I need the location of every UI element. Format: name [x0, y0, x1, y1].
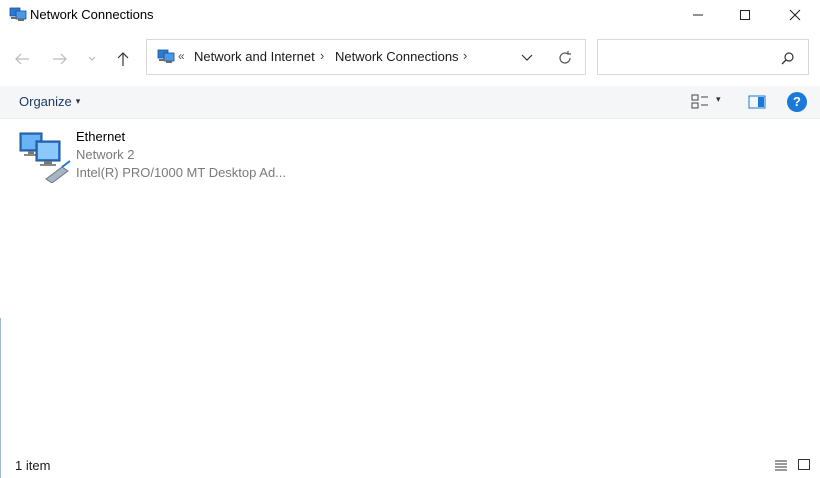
maximize-icon — [739, 9, 751, 21]
status-bar: 1 item — [0, 452, 820, 478]
organize-button[interactable]: Organize ▾ — [19, 94, 80, 109]
up-button[interactable] — [110, 46, 136, 72]
breadcrumb-network-and-internet[interactable]: Network and Internet — [194, 49, 315, 64]
breadcrumb-separator[interactable]: › — [463, 48, 467, 63]
command-bar: Organize ▾ ▾ ? — [0, 86, 820, 119]
refresh-icon — [557, 50, 573, 66]
close-icon — [789, 9, 801, 21]
breadcrumb-network-connections[interactable]: Network Connections — [335, 49, 459, 64]
arrow-left-icon — [14, 52, 30, 66]
view-options-caret-icon[interactable]: ▾ — [716, 94, 721, 105]
large-icons-view-icon[interactable] — [797, 458, 811, 471]
back-button[interactable] — [9, 46, 35, 72]
arrow-up-icon — [116, 51, 130, 67]
details-view-icon[interactable] — [774, 459, 788, 471]
title-bar[interactable]: Network Connections — [0, 0, 820, 32]
explorer-window: Network Connections — [0, 0, 820, 478]
help-button[interactable]: ? — [787, 92, 807, 112]
forward-button[interactable] — [47, 46, 73, 72]
preview-pane-icon[interactable] — [748, 94, 766, 110]
organize-caret-icon: ▾ — [76, 96, 81, 107]
minimize-icon — [692, 9, 704, 21]
connections-list: Ethernet Network 2 Intel(R) PRO/1000 MT … — [0, 119, 820, 449]
change-view-icon[interactable] — [690, 93, 710, 111]
maximize-button[interactable] — [722, 0, 768, 30]
search-input[interactable] — [597, 39, 809, 75]
chevron-down-icon — [520, 53, 534, 63]
chevron-down-icon — [87, 55, 97, 63]
arrow-right-icon — [52, 52, 68, 66]
recent-locations-button[interactable] — [82, 46, 102, 72]
list-item[interactable]: Ethernet Network 2 Intel(R) PRO/1000 MT … — [14, 125, 294, 187]
search-icon — [780, 50, 796, 66]
item-count: 1 item — [15, 458, 50, 473]
organize-label: Organize — [19, 94, 72, 109]
close-button[interactable] — [772, 0, 818, 30]
breadcrumb-separator[interactable]: › — [320, 48, 324, 63]
connection-network: Network 2 — [76, 147, 135, 162]
address-overflow-chevron[interactable]: « — [178, 49, 185, 63]
connection-name: Ethernet — [76, 129, 125, 144]
network-connections-icon — [157, 49, 175, 65]
connection-adapter: Intel(R) PRO/1000 MT Desktop Ad... — [76, 165, 286, 180]
network-connections-icon — [9, 7, 27, 23]
ethernet-adapter-icon — [18, 129, 72, 183]
refresh-button[interactable] — [555, 48, 575, 68]
address-history-dropdown[interactable] — [517, 49, 537, 67]
window-title: Network Connections — [30, 7, 154, 22]
minimize-button[interactable] — [675, 0, 721, 30]
address-bar[interactable]: « Network and Internet › Network Connect… — [146, 39, 586, 75]
